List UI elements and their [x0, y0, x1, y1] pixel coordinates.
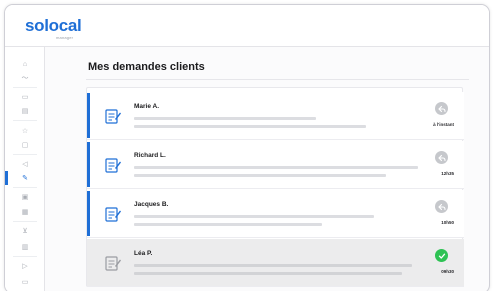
- request-time: à l'instant: [433, 122, 454, 127]
- chat-icon[interactable]: ▢: [5, 138, 45, 152]
- megaphone-icon[interactable]: ◁: [5, 157, 45, 171]
- message-preview-line: [134, 117, 316, 120]
- request-time: 12h35: [441, 171, 454, 176]
- request-card[interactable]: Jacques B. 10h50: [87, 190, 464, 238]
- request-card[interactable]: Richard L. 12h35: [87, 141, 464, 189]
- calendar-icon[interactable]: ▦: [5, 205, 45, 219]
- app-window: solocal manager ⌂ 〜 ▭ ▤ ☆ ▢ ◁ ✎ ▣ ▦ ⊻ ▥ …: [4, 4, 490, 291]
- sidebar-divider: [13, 221, 37, 222]
- request-card[interactable]: Léa P. 09h30: [87, 239, 464, 287]
- home-icon[interactable]: ⌂: [5, 57, 45, 71]
- message-preview-line: [134, 166, 418, 169]
- message-preview-line: [134, 264, 412, 267]
- request-client-name: Richard L.: [134, 152, 166, 159]
- requests-icon[interactable]: ✎: [5, 171, 45, 185]
- requests-list: Marie A. à l'instant Richard L. 12h35 Ja…: [86, 87, 464, 287]
- card-icon[interactable]: ▤: [5, 104, 45, 118]
- reply-status-icon[interactable]: [435, 151, 448, 164]
- sidebar-divider: [13, 256, 37, 257]
- main-content: Mes demandes clients Marie A. à l'instan…: [46, 47, 489, 291]
- cart-icon[interactable]: ⊻: [5, 224, 45, 238]
- sidebar: ⌂ 〜 ▭ ▤ ☆ ▢ ◁ ✎ ▣ ▦ ⊻ ▥ ▷ ▭: [5, 47, 45, 291]
- request-client-name: Léa P.: [134, 250, 153, 257]
- message-preview-line: [134, 272, 402, 275]
- archive-icon[interactable]: ▭: [5, 275, 45, 289]
- reply-status-icon[interactable]: [435, 102, 448, 115]
- sidebar-divider: [13, 154, 37, 155]
- brand-tagline: manager: [56, 35, 74, 40]
- image-icon[interactable]: ▣: [5, 190, 45, 204]
- request-note-icon: [105, 207, 121, 222]
- export-icon[interactable]: ▷: [5, 259, 45, 273]
- sidebar-divider: [13, 187, 37, 188]
- contacts-icon[interactable]: ▥: [5, 240, 45, 254]
- request-time: 09h30: [441, 269, 454, 274]
- request-client-name: Jacques B.: [134, 201, 169, 208]
- reply-status-icon[interactable]: [435, 200, 448, 213]
- message-preview-line: [134, 174, 386, 177]
- request-note-icon: [105, 158, 121, 173]
- video-icon[interactable]: ▭: [5, 90, 45, 104]
- page-title: Mes demandes clients: [88, 61, 205, 73]
- check-icon[interactable]: [435, 249, 448, 262]
- request-note-icon: [105, 256, 121, 271]
- brand-logo[interactable]: solocal: [25, 16, 82, 36]
- message-preview-line: [134, 223, 322, 226]
- title-divider: [86, 79, 469, 80]
- request-note-icon: [105, 109, 121, 124]
- stats-icon[interactable]: 〜: [5, 71, 45, 85]
- message-preview-line: [134, 215, 374, 218]
- sidebar-divider: [13, 87, 37, 88]
- sidebar-divider: [13, 120, 37, 121]
- request-card[interactable]: Marie A. à l'instant: [87, 92, 464, 140]
- request-client-name: Marie A.: [134, 103, 160, 110]
- top-bar: solocal manager: [5, 5, 489, 47]
- request-time: 10h50: [441, 220, 454, 225]
- star-icon[interactable]: ☆: [5, 124, 45, 138]
- message-preview-line: [134, 125, 366, 128]
